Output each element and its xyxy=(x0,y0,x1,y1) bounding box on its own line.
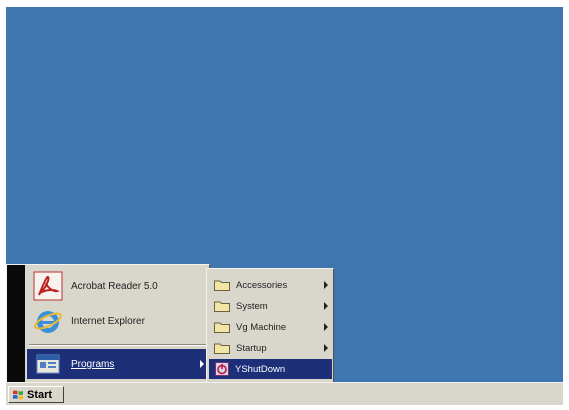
folder-icon xyxy=(214,280,230,291)
yshutdown-label: YShutDown xyxy=(235,363,286,375)
start-menu-separator xyxy=(29,344,207,346)
programs-icon xyxy=(36,354,60,374)
folder-icon xyxy=(214,343,230,354)
start-menu-item-acrobat-reader[interactable]: Acrobat Reader 5.0 xyxy=(27,269,210,303)
accessories-label: Accessories xyxy=(236,279,288,291)
internet-explorer-icon xyxy=(34,311,62,333)
submenu-item-accessories[interactable]: Accessories xyxy=(209,275,332,295)
folder-icon xyxy=(214,301,230,312)
start-menu-item-internet-explorer[interactable]: Internet Explorer xyxy=(27,303,210,339)
programs-chevron-right-icon xyxy=(200,360,204,368)
startup-chevron-right-icon xyxy=(324,344,328,352)
taskbar: Start xyxy=(6,382,563,405)
start-menu-side-banner xyxy=(7,265,25,383)
system-label: System xyxy=(236,300,268,312)
vg-machine-label: Vg Machine xyxy=(236,321,287,333)
submenu-item-startup[interactable]: Startup xyxy=(209,338,332,358)
system-chevron-right-icon xyxy=(324,302,328,310)
vg-machine-chevron-right-icon xyxy=(324,323,328,331)
windows-flag-icon xyxy=(13,390,23,399)
accessories-chevron-right-icon xyxy=(324,281,328,289)
startup-label: Startup xyxy=(236,342,267,354)
submenu-item-system[interactable]: System xyxy=(209,296,332,316)
submenu-item-yshutdown[interactable]: YShutDown xyxy=(209,359,332,379)
shutdown-app-icon xyxy=(215,362,229,376)
start-menu-item-programs[interactable]: Programs xyxy=(27,349,210,379)
start-label: Start xyxy=(27,388,53,401)
programs-submenu: Accessories System Vg Machine Startup YS… xyxy=(206,268,334,382)
start-button[interactable]: Start xyxy=(8,386,64,403)
folder-icon xyxy=(214,322,230,333)
start-menu: Acrobat Reader 5.0 Internet Explorer Pro… xyxy=(6,264,210,383)
internet-explorer-label: Internet Explorer xyxy=(71,315,145,327)
acrobat-reader-label: Acrobat Reader 5.0 xyxy=(71,280,158,292)
submenu-item-vg-machine[interactable]: Vg Machine xyxy=(209,317,332,337)
acrobat-reader-icon xyxy=(33,271,63,301)
screen: Acrobat Reader 5.0 Internet Explorer Pro… xyxy=(0,0,569,410)
programs-label: Programs xyxy=(71,358,115,370)
